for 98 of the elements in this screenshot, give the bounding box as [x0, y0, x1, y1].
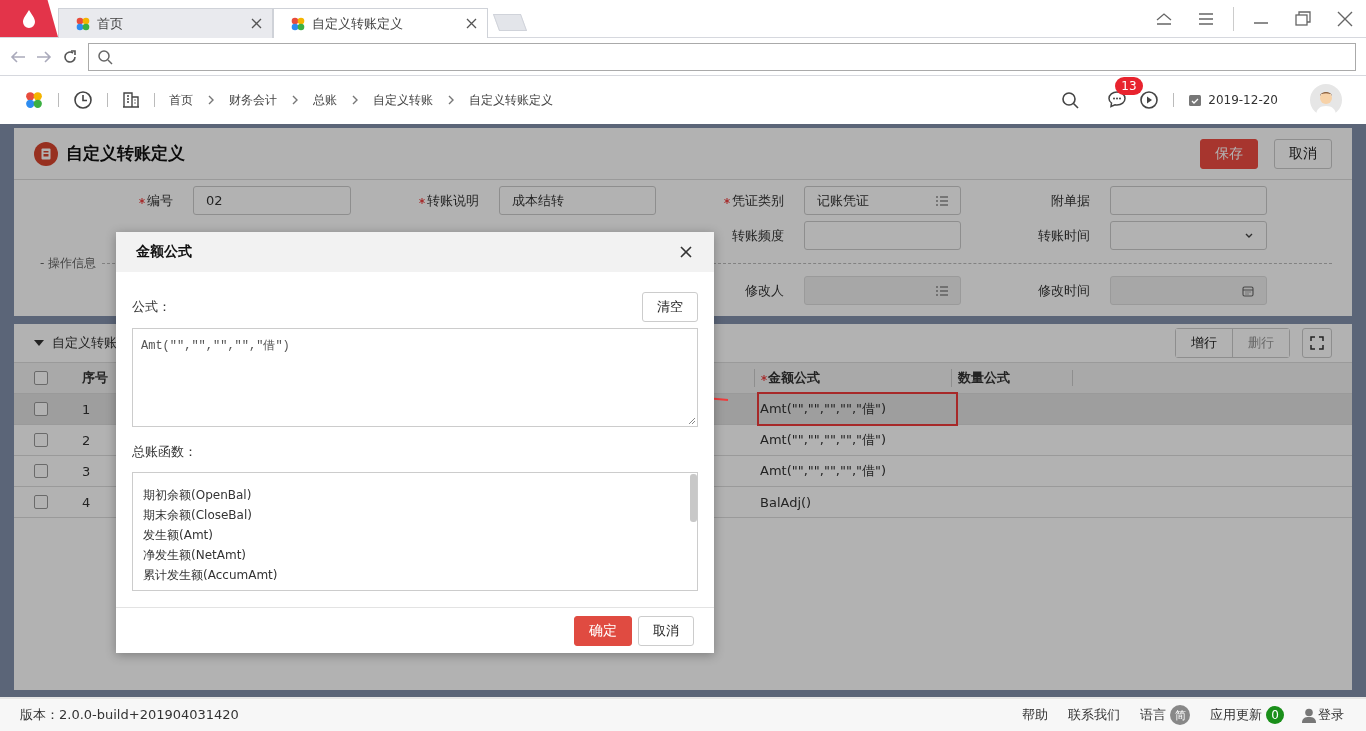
- browser-logo[interactable]: [0, 0, 58, 37]
- app-logo-icon[interactable]: [24, 90, 44, 110]
- menu-icon[interactable]: [1197, 11, 1215, 26]
- clock-icon[interactable]: [73, 90, 93, 110]
- search-icon[interactable]: [1061, 91, 1080, 109]
- dialog-title: 金额公式: [136, 243, 192, 261]
- breadcrumb-link[interactable]: 自定义转账定义: [469, 91, 553, 109]
- column-header: 金额公式: [768, 369, 820, 387]
- function-item[interactable]: 累计发生额(AccumAmt): [143, 565, 278, 585]
- field-label: 转账说明: [427, 191, 479, 210]
- function-item[interactable]: 期末余额(CloseBal): [143, 505, 252, 525]
- search-icon: [97, 48, 113, 65]
- function-item[interactable]: 净发生额(NetAmt): [143, 545, 247, 565]
- forward-icon[interactable]: [36, 49, 52, 64]
- caret-icon[interactable]: [1244, 232, 1254, 239]
- table-cell: Amt("","","","","借"): [757, 392, 959, 426]
- cancel-button[interactable]: 取消: [1274, 138, 1332, 169]
- table-cell-text: BalAdj(): [759, 493, 813, 512]
- select-field[interactable]: [1110, 221, 1267, 250]
- play-icon[interactable]: [1139, 90, 1160, 110]
- section-label: - 操作信息: [40, 254, 97, 272]
- footer-link[interactable]: 语言: [1140, 706, 1166, 724]
- chevron-icon: [351, 94, 359, 106]
- calendar-icon: [1188, 93, 1203, 107]
- page-title: 自定义转账定义: [66, 142, 185, 165]
- breadcrumb-link[interactable]: 自定义转账: [373, 91, 433, 109]
- field-label: 转账时间: [1038, 226, 1090, 245]
- document-icon: [34, 141, 58, 166]
- input-field[interactable]: [804, 221, 961, 250]
- app-logo-icon: [75, 15, 91, 32]
- reload-icon[interactable]: [62, 48, 78, 65]
- column-header: 数量公式: [958, 369, 1010, 387]
- browser-tab[interactable]: 首页: [58, 8, 273, 38]
- close-icon[interactable]: [251, 18, 262, 29]
- resize-grip-icon[interactable]: [688, 417, 696, 425]
- close-icon[interactable]: [680, 246, 692, 258]
- app-logo-icon: [290, 15, 306, 32]
- confirm-button[interactable]: 确定: [574, 615, 632, 646]
- breadcrumb-link[interactable]: 首页: [169, 91, 193, 109]
- function-item[interactable]: 发生额(Amt): [143, 525, 213, 545]
- column-header: 序号: [82, 369, 108, 387]
- table-cell-text: 1: [81, 401, 92, 417]
- checkbox[interactable]: [34, 464, 48, 478]
- restore-icon[interactable]: [1294, 10, 1312, 27]
- table-cell-text: 3: [81, 463, 92, 479]
- date-text: 2019-12-20: [1208, 93, 1278, 107]
- user-icon: [1302, 707, 1316, 723]
- update-count-badge: 0: [1266, 706, 1284, 724]
- input-field[interactable]: [1110, 186, 1267, 215]
- list-icon[interactable]: [936, 195, 948, 206]
- field-label: 编号: [147, 191, 173, 210]
- formula-textarea[interactable]: Amt("","","","","借"): [132, 328, 698, 427]
- clear-button[interactable]: 清空: [642, 292, 698, 322]
- table-cell-text: Amt("","","","","借"): [759, 462, 888, 480]
- section-title: 自定义转账: [52, 334, 117, 352]
- address-field[interactable]: [88, 42, 1356, 71]
- scrollbar-thumb[interactable]: [690, 474, 697, 522]
- collapse-icon[interactable]: [1155, 11, 1173, 26]
- breadcrumb-link[interactable]: 总账: [313, 91, 337, 109]
- building-icon[interactable]: [122, 91, 140, 109]
- checkbox[interactable]: [34, 433, 48, 447]
- checkbox[interactable]: [34, 495, 48, 509]
- footer-link[interactable]: 应用更新: [1210, 706, 1262, 724]
- chevron-icon: [207, 94, 215, 106]
- close-icon[interactable]: [1336, 10, 1354, 27]
- back-icon[interactable]: [10, 49, 26, 64]
- checkbox[interactable]: [34, 402, 48, 416]
- language-badge[interactable]: 简: [1170, 705, 1190, 725]
- cancel-button[interactable]: 取消: [638, 615, 694, 646]
- footer-link[interactable]: 帮助: [1022, 706, 1048, 724]
- field-label: 凭证类别: [732, 191, 784, 210]
- input-field[interactable]: 02: [193, 186, 351, 215]
- input-field[interactable]: 成本结转: [499, 186, 656, 215]
- input-field[interactable]: 记账凭证: [804, 186, 961, 215]
- field-label: 公式：: [132, 298, 171, 316]
- fullscreen-button[interactable]: [1302, 328, 1332, 358]
- drop-icon: [21, 8, 37, 29]
- footer-link[interactable]: 联系我们: [1068, 706, 1120, 724]
- chevron-icon: [291, 94, 299, 106]
- function-item[interactable]: 期初余额(OpenBal): [143, 485, 252, 505]
- chevron-icon: [447, 94, 455, 106]
- notification-badge: 13: [1115, 76, 1143, 95]
- table-cell-text: 4: [81, 494, 92, 510]
- table-cell-text: 2: [81, 432, 92, 448]
- login-link[interactable]: 登录: [1318, 706, 1344, 724]
- breadcrumb-link[interactable]: 财务会计: [229, 91, 277, 109]
- field-label: 附单据: [1051, 191, 1090, 210]
- fullscreen-icon: [1310, 336, 1324, 350]
- chat-icon[interactable]: [1107, 88, 1128, 109]
- field-label: 修改人: [745, 281, 784, 300]
- field-label: 转账频度: [732, 226, 784, 245]
- version-text: 版本：2.0.0-build+201904031420: [20, 706, 239, 724]
- browser-tab[interactable]: 自定义转账定义: [273, 8, 488, 38]
- field-label: 修改时间: [1038, 281, 1090, 300]
- table-cell-text: Amt("","","","","借"): [759, 431, 888, 449]
- collapse-caret-icon[interactable]: [34, 339, 44, 347]
- checkbox[interactable]: [34, 371, 48, 385]
- close-icon[interactable]: [466, 18, 477, 29]
